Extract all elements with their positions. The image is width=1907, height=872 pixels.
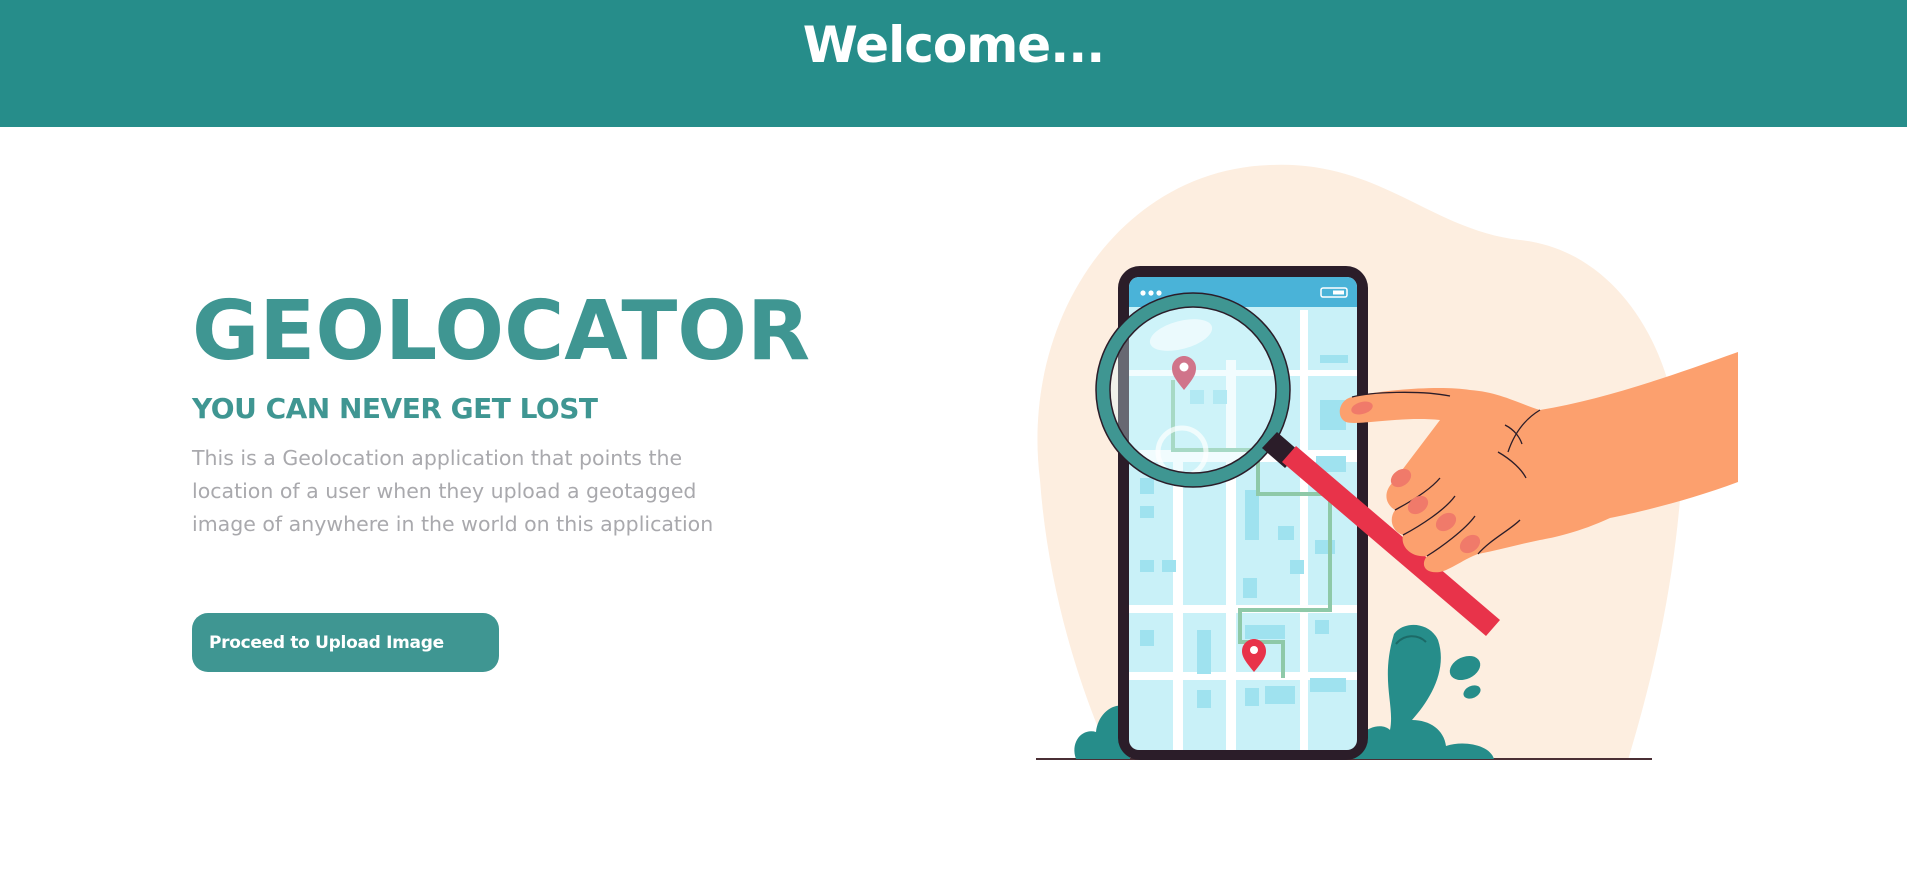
app-name-heading: GEOLOCATOR	[192, 284, 811, 379]
proceed-to-upload-button[interactable]: Proceed to Upload Image	[192, 613, 499, 672]
hero-text-section: GEOLOCATOR YOU CAN NEVER GET LOST This i…	[192, 282, 811, 562]
welcome-title: Welcome...	[802, 15, 1105, 74]
phone-map-magnifier-illustration	[1000, 160, 1750, 770]
app-description: This is a Geolocation application that p…	[192, 446, 714, 536]
tagline: YOU CAN NEVER GET LOST	[192, 392, 598, 425]
top-banner: Welcome...	[0, 0, 1907, 127]
